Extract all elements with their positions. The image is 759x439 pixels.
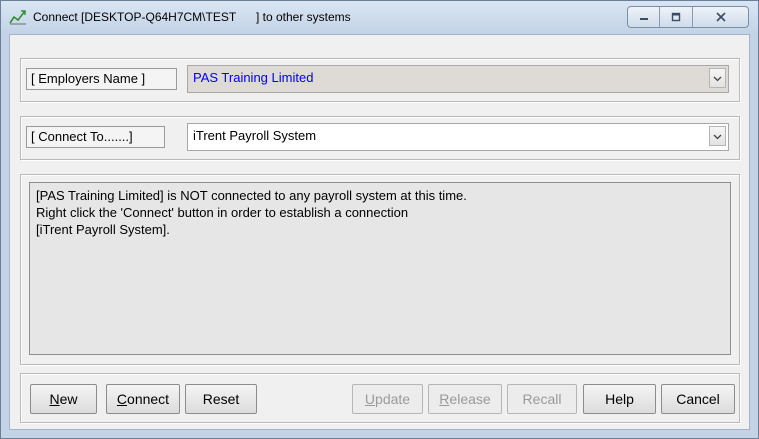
employer-dropdown-button[interactable] bbox=[709, 68, 726, 88]
chevron-down-icon bbox=[713, 66, 722, 90]
chevron-down-icon bbox=[713, 124, 722, 148]
release-button[interactable]: Release bbox=[428, 384, 502, 414]
connect-button[interactable]: Connect bbox=[106, 384, 180, 414]
connect-window: Connect [DESKTOP-Q64H7CM\TEST ] to other… bbox=[0, 0, 759, 439]
title-bar[interactable]: Connect [DESKTOP-Q64H7CM\TEST ] to other… bbox=[1, 1, 758, 34]
minimize-button[interactable] bbox=[628, 7, 660, 27]
connect-to-label: [ Connect To.......] bbox=[26, 126, 165, 148]
message-line: Right click the 'Connect' button in orde… bbox=[36, 205, 409, 220]
reset-button[interactable]: Reset bbox=[185, 384, 257, 414]
window-title: Connect [DESKTOP-Q64H7CM\TEST ] to other… bbox=[33, 10, 351, 24]
employer-value: PAS Training Limited bbox=[193, 70, 314, 85]
close-icon bbox=[715, 10, 727, 25]
minimize-icon bbox=[638, 10, 650, 25]
maximize-button[interactable] bbox=[660, 7, 693, 27]
connect-to-dropdown-button[interactable] bbox=[709, 126, 726, 146]
cancel-button[interactable]: Cancel bbox=[661, 384, 735, 414]
new-button[interactable]: New bbox=[30, 384, 97, 414]
employer-select[interactable]: PAS Training Limited bbox=[187, 65, 729, 93]
status-message-box: [PAS Training Limited] is NOT connected … bbox=[29, 182, 731, 355]
connect-to-select[interactable]: iTrent Payroll System bbox=[187, 123, 729, 151]
employer-label: [ Employers Name ] bbox=[26, 68, 177, 90]
maximize-icon bbox=[670, 10, 682, 25]
close-button[interactable] bbox=[693, 7, 748, 27]
chart-line-icon bbox=[9, 9, 27, 25]
message-line: [PAS Training Limited] is NOT connected … bbox=[36, 188, 467, 203]
dialog-body: [ Employers Name ] PAS Training Limited … bbox=[9, 34, 750, 430]
window-controls bbox=[627, 6, 749, 28]
connect-to-value: iTrent Payroll System bbox=[193, 128, 317, 143]
help-button[interactable]: Help bbox=[583, 384, 656, 414]
recall-button[interactable]: Recall bbox=[507, 384, 577, 414]
update-button[interactable]: Update bbox=[352, 384, 423, 414]
message-line: [iTrent Payroll System]. bbox=[36, 222, 170, 237]
